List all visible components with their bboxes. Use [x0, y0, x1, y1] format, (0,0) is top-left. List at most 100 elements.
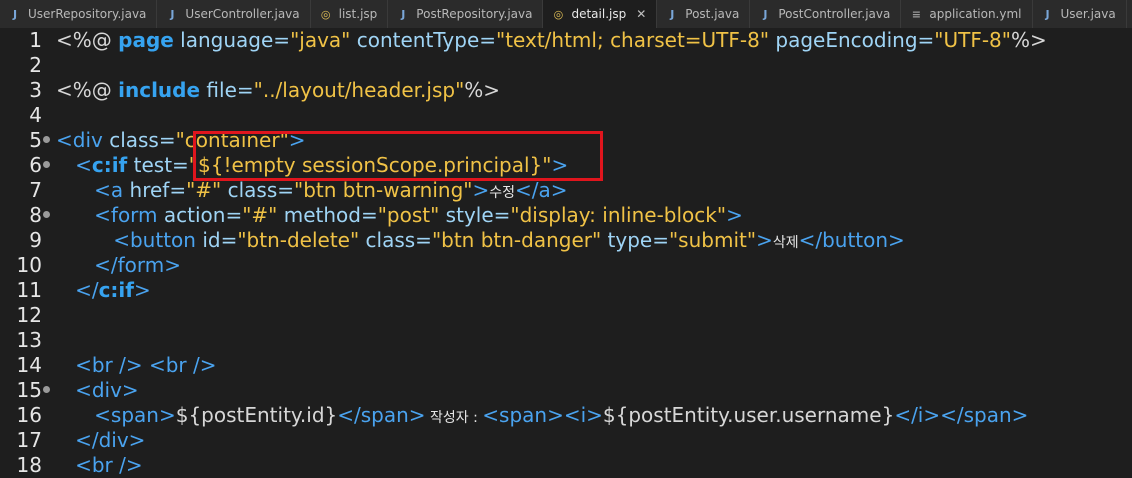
code-line[interactable]: 12	[0, 303, 1132, 328]
code-line[interactable]: 5 <div class="container">	[0, 128, 1132, 153]
tab-postcontroller-java[interactable]: J PostController.java	[750, 0, 902, 28]
java-file-icon: J	[12, 7, 18, 21]
code-token: language=	[173, 28, 291, 52]
code-line[interactable]: 2	[0, 53, 1132, 78]
code-token: </	[56, 278, 99, 302]
code-text: <span>${postEntity.id}</span> 작성자 : <spa…	[56, 403, 1028, 431]
code-token: >	[756, 228, 773, 252]
tab-list-jsp[interactable]: ◎ list.jsp	[311, 0, 389, 28]
code-token: "btn btn-danger"	[431, 228, 602, 252]
line-number: 1	[29, 28, 42, 52]
code-token: "${!empty sessionScope.principal}"	[188, 153, 552, 177]
code-line[interactable]: 10 </form>	[0, 253, 1132, 278]
code-token: id=	[202, 228, 238, 252]
fold-marker-icon[interactable]	[43, 211, 50, 218]
jsp-file-icon: ◎	[553, 7, 564, 21]
tab-label: UserRepository.java	[28, 7, 147, 21]
tab-user-java[interactable]: J User.java	[1033, 0, 1127, 28]
tab-userrepository-java[interactable]: J UserRepository.java	[0, 0, 158, 28]
code-token: "../layout/header.jsp"	[253, 78, 465, 102]
code-token: <div	[56, 128, 110, 152]
tab-label: PostController.java	[778, 7, 891, 21]
editor-tab-bar: J UserRepository.java J UserController.j…	[0, 0, 1132, 29]
code-token: <br />	[56, 453, 143, 477]
code-line[interactable]: 15 <div>	[0, 378, 1132, 403]
code-line[interactable]: 17 </div>	[0, 428, 1132, 453]
code-token: <span><i>	[482, 403, 603, 427]
code-token: page	[118, 28, 174, 52]
code-token: >	[288, 128, 306, 152]
code-token: "post"	[377, 203, 440, 227]
code-token: <span>	[56, 403, 176, 427]
code-token: include	[118, 78, 201, 102]
code-token: >	[472, 178, 490, 202]
code-text: <button id="btn-delete" class="btn btn-d…	[56, 228, 905, 256]
java-file-icon: J	[670, 7, 675, 21]
close-tab-icon[interactable]: ✕	[636, 7, 646, 21]
code-token: class=	[221, 178, 294, 202]
tab-detail-jsp[interactable]: ◎ detail.jsp ✕	[543, 0, 658, 28]
code-text: <a href="#" class="btn btn-warning">수정</…	[56, 178, 568, 206]
yml-file-icon: ≡	[911, 7, 921, 21]
code-line[interactable]: 4	[0, 103, 1132, 128]
code-line[interactable]: 9 <button id="btn-delete" class="btn btn…	[0, 228, 1132, 253]
code-token: "text/html; charset=UTF-8"	[496, 28, 770, 52]
code-text: </div>	[56, 428, 145, 453]
code-line[interactable]: 6 <c:if test="${!empty sessionScope.prin…	[0, 153, 1132, 178]
code-token: class=	[359, 228, 432, 252]
code-token: <	[56, 153, 92, 177]
code-line[interactable]: 8 <form action="#" method="post" style="…	[0, 203, 1132, 228]
code-token: >	[134, 278, 151, 302]
code-line[interactable]: 7 <a href="#" class="btn btn-warning">수정…	[0, 178, 1132, 203]
fold-marker-icon[interactable]	[43, 136, 50, 143]
line-number: 4	[29, 103, 42, 127]
code-token: </span>	[337, 403, 426, 427]
line-number: 8	[29, 203, 42, 227]
fold-marker-icon[interactable]	[43, 161, 50, 168]
code-text: </c:if>	[56, 278, 151, 303]
code-text: </form>	[56, 253, 181, 278]
code-token: "display: inline-block"	[510, 203, 727, 227]
code-token: "java"	[290, 28, 351, 52]
line-number: 15	[16, 378, 42, 402]
code-token: "btn-delete"	[237, 228, 360, 252]
line-number: 3	[29, 78, 42, 102]
code-token: test=	[127, 153, 189, 177]
line-number: 13	[16, 328, 42, 352]
code-token: <button	[56, 228, 203, 252]
code-token: class=	[109, 128, 176, 152]
line-number: 7	[29, 178, 42, 202]
tab-post-java[interactable]: J Post.java	[657, 0, 751, 28]
code-text: <%@ page language="java" contentType="te…	[56, 28, 1047, 53]
code-text: <div class="container">	[56, 128, 306, 153]
code-token: ${postEntity.id}	[175, 403, 338, 427]
code-token: "container"	[175, 128, 289, 152]
code-line[interactable]: 1 <%@ page language="java" contentType="…	[0, 28, 1132, 53]
code-text: <form action="#" method="post" style="di…	[56, 203, 743, 228]
code-token: </a>	[515, 178, 568, 202]
fold-marker-icon[interactable]	[43, 386, 50, 393]
code-text: <c:if test="${!empty sessionScope.princi…	[56, 153, 568, 178]
code-token: <a	[56, 178, 130, 202]
tab-usercontroller-java[interactable]: J UserController.java	[157, 0, 311, 28]
line-number: 5	[29, 128, 42, 152]
code-token: c:if	[91, 153, 128, 177]
tab-label: application.yml	[929, 7, 1022, 21]
code-token: file=	[200, 78, 254, 102]
code-token: action=	[163, 203, 243, 227]
code-line[interactable]: 13	[0, 328, 1132, 353]
tab-application-yml[interactable]: ≡ application.yml	[901, 0, 1033, 28]
code-token: %>	[464, 78, 501, 102]
code-line[interactable]: 11 </c:if>	[0, 278, 1132, 303]
code-token: contentType=	[350, 28, 496, 52]
tab-label: Post.java	[685, 7, 740, 21]
jsp-file-icon: ◎	[320, 7, 331, 21]
code-line[interactable]: 14 <br /> <br />	[0, 353, 1132, 378]
tab-postrepository-java[interactable]: J PostRepository.java	[388, 0, 544, 28]
code-token: "btn btn-warning"	[294, 178, 473, 202]
code-line[interactable]: 3 <%@ include file="../layout/header.jsp…	[0, 78, 1132, 103]
code-line[interactable]: 16 <span>${postEntity.id}</span> 작성자 : <…	[0, 403, 1132, 428]
code-token: ${postEntity.user.username}	[602, 403, 895, 427]
code-editor[interactable]: 1 <%@ page language="java" contentType="…	[0, 28, 1132, 477]
tab-label: list.jsp	[338, 7, 378, 21]
